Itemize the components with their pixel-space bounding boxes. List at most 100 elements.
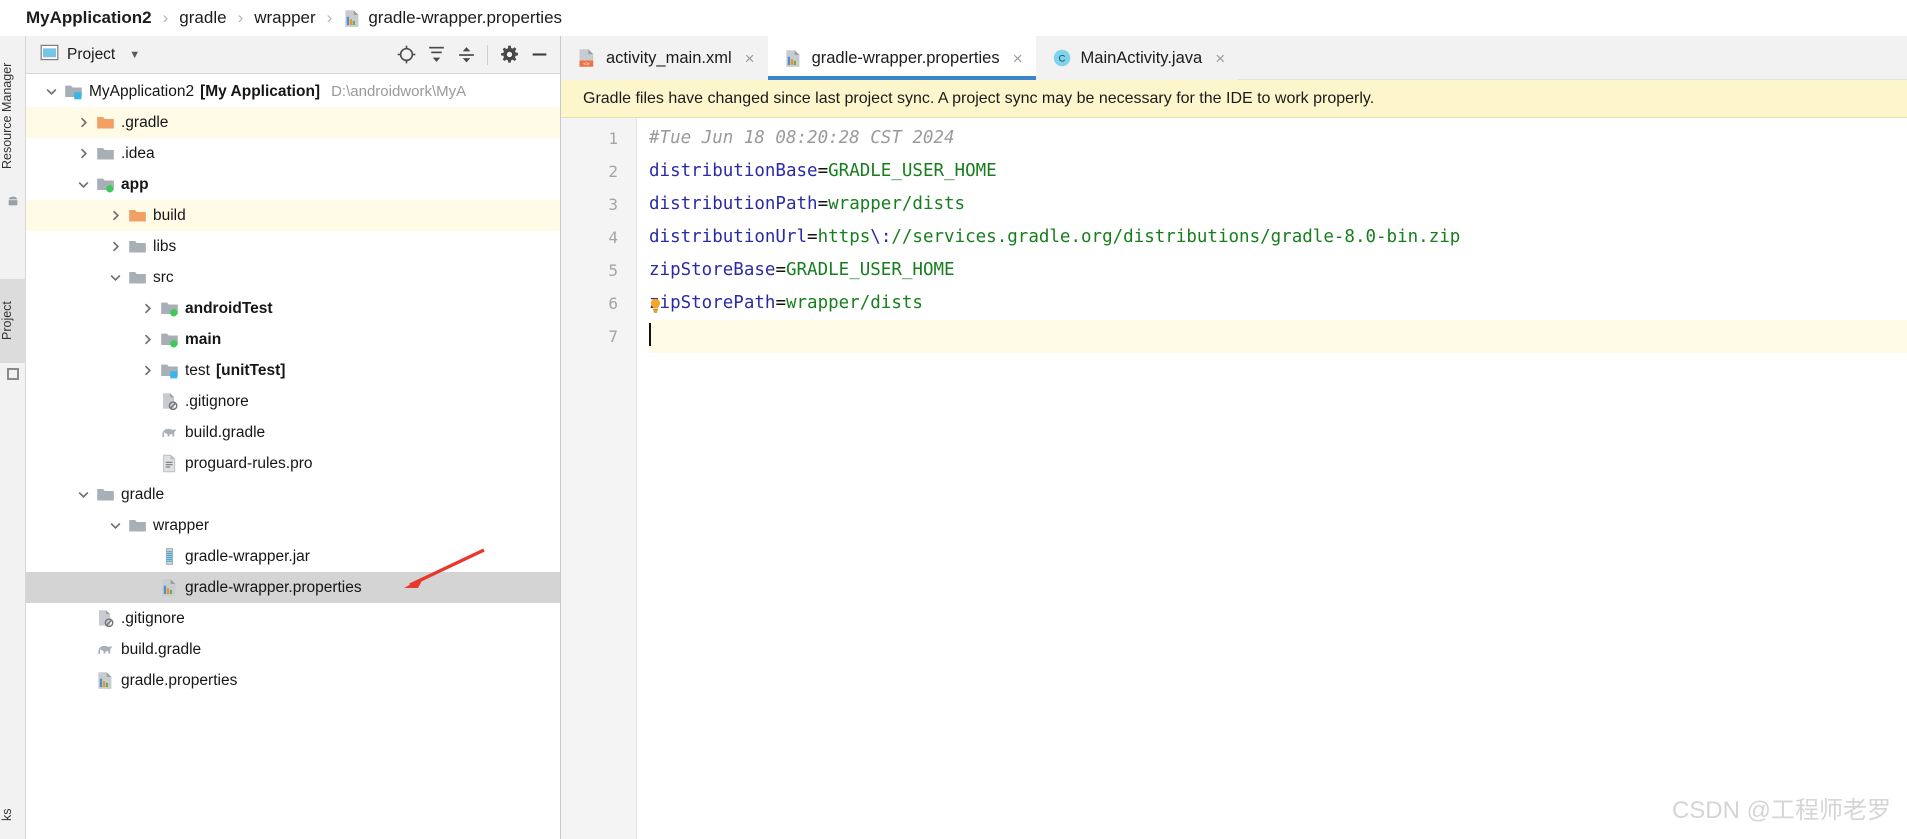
tree-node-gradle-wrapper-properties[interactable]: gradle-wrapper.properties: [26, 572, 560, 603]
left-tool-window-bar: Resource Manager Project ks: [0, 36, 26, 839]
chevron-right-icon[interactable]: [136, 333, 158, 346]
code-token-op: =: [817, 194, 829, 214]
breadcrumb-separator: ›: [162, 8, 169, 27]
tree-node-wrapper[interactable]: wrapper: [26, 510, 560, 541]
module-folder-blue-icon: [62, 82, 84, 101]
code-token-value: GRADLE_USER_HOME: [828, 161, 997, 181]
code-content[interactable]: #Tue Jun 18 08:20:28 CST 2024 distributio…: [637, 118, 1907, 839]
editor-tab-bar: <> activity_main.xml × gradle-wrapper.prope…: [561, 36, 1907, 80]
code-line-4[interactable]: distributionUrl=https\://services.gradle…: [649, 221, 1907, 254]
breadcrumb-item-0[interactable]: MyApplication2: [26, 8, 152, 28]
tree-node--gitignore[interactable]: .gitignore: [26, 386, 560, 417]
chevron-right-icon[interactable]: [72, 147, 94, 160]
editor-tab-mainactivity-java[interactable]: C MainActivity.java ×: [1035, 36, 1239, 80]
folder-orange-icon: [126, 206, 148, 225]
module-folder-blue-icon: [158, 361, 180, 380]
editor-area: <> activity_main.xml × gradle-wrapper.prope…: [561, 36, 1907, 839]
locate-in-tree-button[interactable]: [391, 41, 421, 69]
tree-node-gradle-wrapper-jar[interactable]: gradle-wrapper.jar: [26, 541, 560, 572]
properties-file-icon: [343, 9, 362, 28]
code-line-1[interactable]: #Tue Jun 18 08:20:28 CST 2024: [649, 122, 1907, 155]
code-editor[interactable]: 1 2 3 4 5 6 7 #Tue Jun 18 08:20:28 CST 2024 dis…: [561, 118, 1907, 839]
tree-node-libs[interactable]: libs: [26, 231, 560, 262]
close-icon[interactable]: ×: [1013, 50, 1023, 67]
java-class-icon: C: [1052, 48, 1072, 68]
tree-node-main[interactable]: main: [26, 324, 560, 355]
tool-tab-project[interactable]: Project: [0, 279, 26, 363]
project-tool-window: Project ▼ MyApplication2 [My Application…: [26, 36, 561, 839]
folder-gray-icon: [126, 268, 148, 287]
tree-node-test[interactable]: test [unitTest]: [26, 355, 560, 386]
code-token-key: zipStoreBase: [649, 260, 776, 280]
breadcrumb-item-2[interactable]: wrapper: [254, 8, 315, 28]
code-line-5[interactable]: zipStoreBase=GRADLE_USER_HOME: [649, 254, 1907, 287]
module-folder-green-icon: [158, 299, 180, 318]
line-number: 3: [608, 195, 618, 214]
chevron-right-icon[interactable]: [104, 209, 126, 222]
chevron-right-icon[interactable]: [104, 240, 126, 253]
code-line-2[interactable]: distributionBase=GRADLE_USER_HOME: [649, 155, 1907, 188]
chevron-right-icon[interactable]: [72, 116, 94, 129]
breadcrumb-item-1[interactable]: gradle: [179, 8, 226, 28]
tree-node-myapplication2[interactable]: MyApplication2 [My Application] D:\android…: [26, 76, 560, 107]
text-file-icon: [158, 454, 180, 473]
tree-node-label: .idea: [121, 144, 155, 162]
gitignore-file-icon: [94, 609, 116, 628]
gradle-sync-notification-text: Gradle files have changed since last pro…: [583, 89, 1375, 107]
tree-node-label: gradle: [121, 485, 165, 503]
chevron-right-icon[interactable]: [136, 302, 158, 315]
svg-text:<>: <>: [583, 62, 590, 68]
expand-all-button[interactable]: [421, 41, 451, 69]
tree-node-app[interactable]: app: [26, 169, 560, 200]
collapse-all-button[interactable]: [451, 41, 481, 69]
tree-node--idea[interactable]: .idea: [26, 138, 560, 169]
code-token-value: wrapper/dists: [828, 194, 966, 214]
chevron-down-icon[interactable]: ▼: [129, 49, 140, 61]
intention-bulb-icon[interactable]: [647, 294, 664, 313]
tool-tab-ks[interactable]: ks: [0, 797, 26, 833]
chevron-down-icon[interactable]: [72, 488, 94, 501]
tree-node--gradle[interactable]: .gradle: [26, 107, 560, 138]
editor-tab-gradle-wrapper-properties[interactable]: gradle-wrapper.properties ×: [767, 36, 1036, 80]
breadcrumb-separator: ›: [237, 8, 244, 27]
hide-button[interactable]: [524, 41, 554, 69]
properties-file-icon-icon: [94, 671, 116, 690]
tree-node-build[interactable]: build: [26, 200, 560, 231]
tree-node-build-gradle[interactable]: build.gradle: [26, 634, 560, 665]
tree-node-androidtest[interactable]: androidTest: [26, 293, 560, 324]
toolbar-divider: [487, 44, 488, 65]
folder-gray-icon: [126, 516, 148, 535]
code-token-value: https: [817, 227, 871, 247]
tree-node-gradle-properties[interactable]: gradle.properties: [26, 665, 560, 696]
tool-tab-resource-manager-label: Resource Manager: [0, 62, 14, 170]
code-token-op: =: [807, 227, 818, 247]
breadcrumb-label-0: MyApplication2: [26, 8, 152, 27]
chevron-down-icon[interactable]: [40, 85, 62, 98]
code-token-comment: #Tue Jun 18 08:20:28 CST 2024: [649, 128, 955, 148]
tool-tab-resource-manager[interactable]: Resource Manager: [0, 42, 26, 190]
tree-node-gradle[interactable]: gradle: [26, 479, 560, 510]
chevron-down-icon[interactable]: [104, 271, 126, 284]
tree-node-label: .gitignore: [121, 609, 185, 627]
tree-node-proguard-rules-pro[interactable]: proguard-rules.pro: [26, 448, 560, 479]
editor-tab-activity-main-xml[interactable]: <> activity_main.xml ×: [561, 36, 768, 80]
folder-gray-icon: [126, 237, 148, 256]
breadcrumb-item-3[interactable]: gradle-wrapper.properties: [343, 8, 562, 28]
code-line-3[interactable]: distributionPath=wrapper/dists: [649, 188, 1907, 221]
tree-node--gitignore[interactable]: .gitignore: [26, 603, 560, 634]
chevron-down-icon[interactable]: [72, 178, 94, 191]
chevron-down-icon[interactable]: [104, 519, 126, 532]
editor-tab-bar-filler: [1238, 36, 1907, 80]
tree-node-src[interactable]: src: [26, 262, 560, 293]
gear-icon[interactable]: [494, 41, 524, 69]
code-line-6[interactable]: zipStorePath=wrapper/dists: [649, 287, 1907, 320]
code-token-key: distributionPath: [649, 194, 818, 214]
close-icon[interactable]: ×: [1215, 50, 1225, 67]
line-number: 5: [608, 261, 618, 280]
tree-node-build-gradle[interactable]: build.gradle: [26, 417, 560, 448]
close-icon[interactable]: ×: [745, 50, 755, 67]
chevron-right-icon[interactable]: [136, 364, 158, 377]
code-line-7[interactable]: [649, 320, 1907, 353]
code-token-op: =: [775, 293, 786, 313]
project-tree[interactable]: MyApplication2 [My Application] D:\android…: [26, 74, 560, 839]
